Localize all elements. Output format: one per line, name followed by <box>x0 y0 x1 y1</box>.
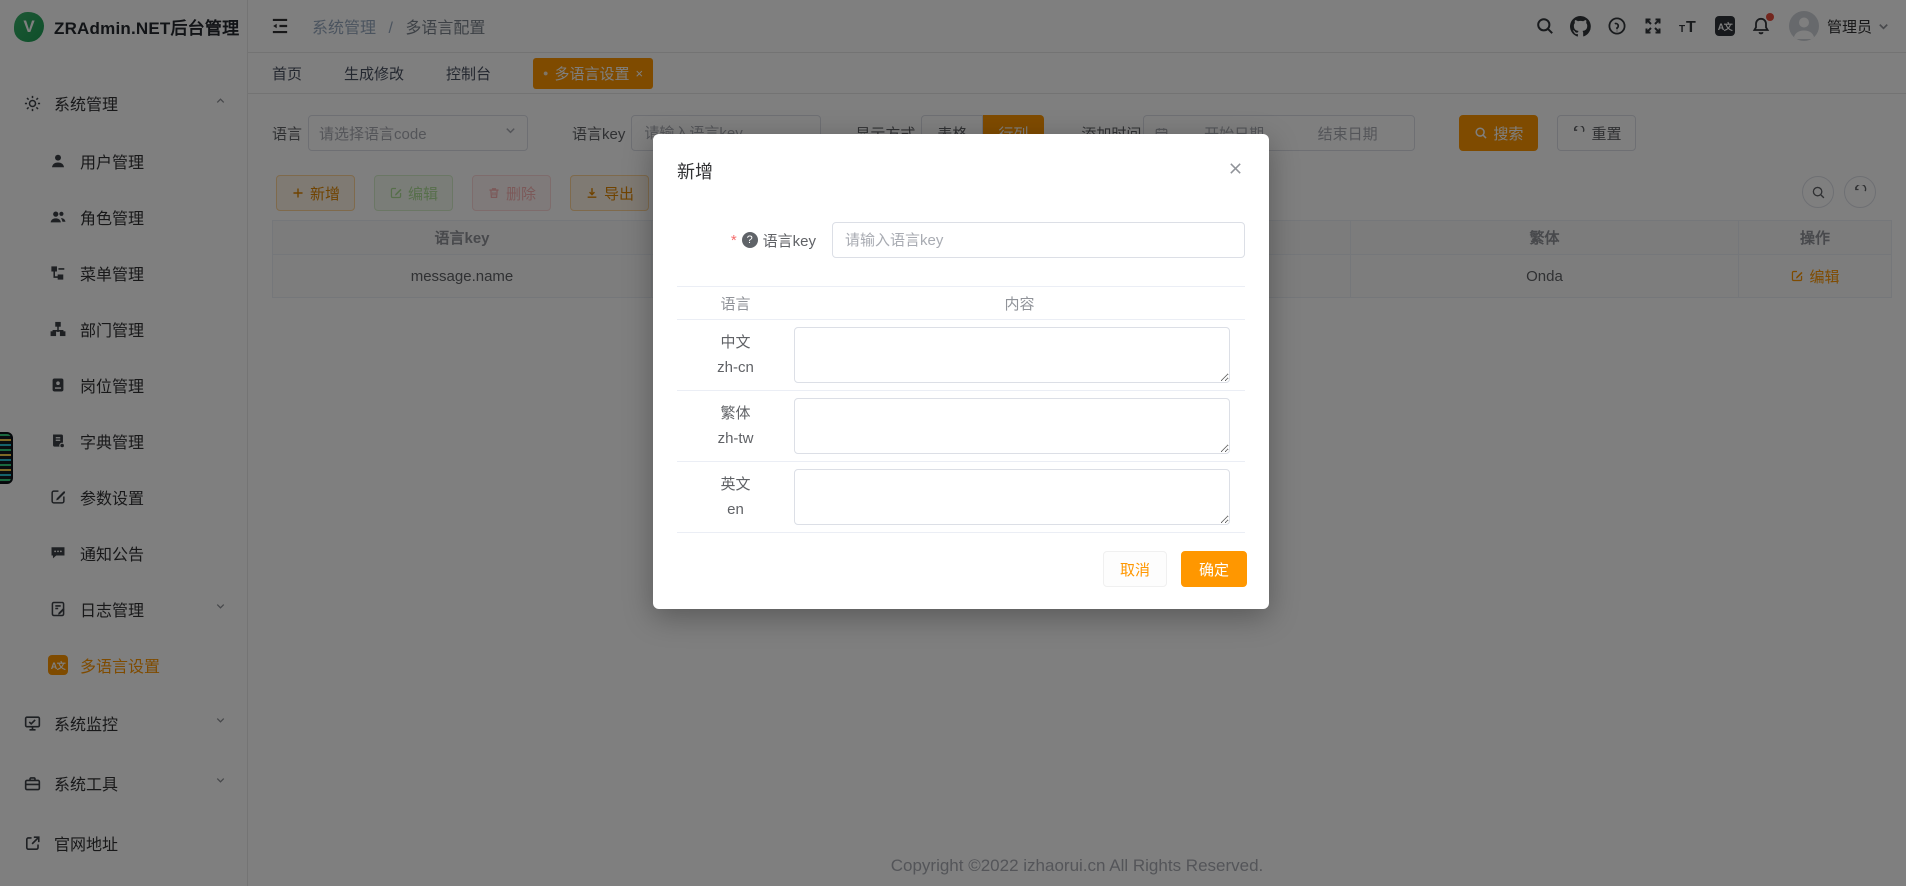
close-icon[interactable] <box>1225 158 1245 178</box>
lang-col-header: 语言 <box>677 293 794 314</box>
dialog-table-row-zh-cn: 中文 zh-cn <box>677 320 1245 391</box>
lang-code: zh-tw <box>677 426 794 451</box>
lang-name: 英文 <box>677 472 794 497</box>
lang-cell: 繁体 zh-tw <box>677 401 794 451</box>
key-field-label: * ? 语言key <box>677 230 816 251</box>
lang-cell: 英文 en <box>677 472 794 522</box>
lang-name: 繁体 <box>677 401 794 426</box>
content-zh-tw-textarea[interactable] <box>794 398 1230 454</box>
lang-code: zh-cn <box>677 355 794 380</box>
dialog-header: 新增 <box>653 134 1269 184</box>
required-star: * <box>731 232 737 249</box>
key-field-label-text: 语言key <box>763 230 816 251</box>
confirm-button[interactable]: 确定 <box>1181 551 1247 587</box>
help-tooltip-icon[interactable]: ? <box>742 232 758 248</box>
add-dialog: 新增 * ? 语言key 语言 内容 <box>653 134 1269 609</box>
lang-code: en <box>677 497 794 522</box>
dialog-table-header: 语言 内容 <box>677 286 1245 320</box>
dialog-table-row-zh-tw: 繁体 zh-tw <box>677 391 1245 462</box>
key-form-row: * ? 语言key <box>677 222 1245 258</box>
content-col-header: 内容 <box>794 293 1245 314</box>
dialog-title: 新增 <box>677 158 713 184</box>
cancel-button[interactable]: 取消 <box>1103 551 1167 587</box>
content-zh-cn-textarea[interactable] <box>794 327 1230 383</box>
dialog-lang-table: 语言 内容 中文 zh-cn 繁体 zh-tw <box>677 286 1245 533</box>
dialog-footer: 取消 确定 <box>1103 551 1247 587</box>
content-en-textarea[interactable] <box>794 469 1230 525</box>
dialog-key-input[interactable] <box>832 222 1245 258</box>
lang-cell: 中文 zh-cn <box>677 330 794 380</box>
page: V ZRAdmin.NET后台管理 系统管理 用户管理 <box>0 0 1906 886</box>
dialog-table-row-en: 英文 en <box>677 462 1245 533</box>
lang-name: 中文 <box>677 330 794 355</box>
dialog-body: * ? 语言key 语言 内容 中文 zh-cn <box>653 222 1269 533</box>
